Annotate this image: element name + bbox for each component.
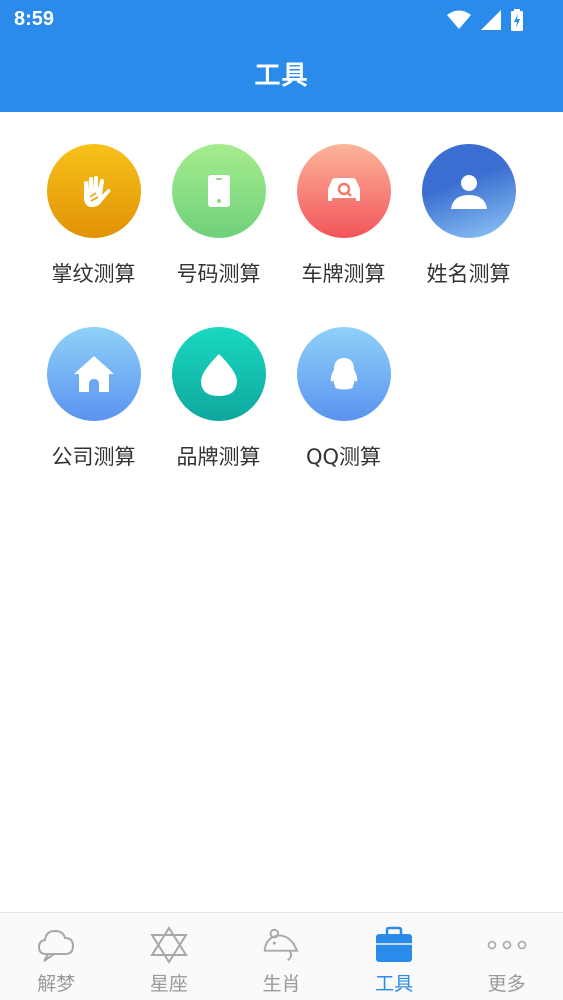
status-time: 8:59 [14,8,55,30]
tool-phone-number[interactable]: 号码测算 [156,112,281,286]
car-icon [328,178,360,201]
drop-icon [201,354,237,396]
nav-item-dream[interactable]: 解梦 [0,913,113,1000]
tool-icon-circle [422,144,516,238]
battery-icon [511,9,523,31]
page-title: 工具 [254,61,309,91]
tool-label: QQ测算 [305,445,382,469]
wifi-icon [447,10,471,29]
tool-license-plate[interactable]: 车牌测算 [281,112,406,286]
status-bar: 8:59 [0,0,563,40]
tool-icon-circle [47,327,141,421]
nav-label: 星座 [149,973,188,995]
tool-brand[interactable]: 品牌测算 [156,295,281,469]
nav-item-constellation[interactable]: 星座 [113,913,226,1000]
tool-label: 号码测算 [176,262,261,286]
nav-label: 更多 [487,973,526,995]
phone-icon [208,175,230,207]
status-icons [447,9,523,31]
palm-icon [84,176,111,207]
tool-company[interactable]: 公司测算 [31,295,156,469]
tool-label: 公司测算 [51,445,136,469]
house-icon [74,356,114,392]
tool-label: 掌纹测算 [51,262,136,286]
star-of-david-icon [149,925,189,965]
nav-item-zodiac[interactable]: 生肖 [225,913,338,1000]
app-bar: 工具 [0,40,563,112]
tool-label: 车牌测算 [301,262,386,286]
nav-label: 生肖 [262,973,301,995]
nav-label: 解梦 [37,973,76,995]
tool-icon-circle [172,327,266,421]
nav-item-more[interactable]: 更多 [450,913,563,1000]
signal-icon [481,10,501,30]
bottom-nav: 解梦 星座 生肖 工具 更多 [0,912,563,1000]
tool-qq[interactable]: QQ测算 [281,295,406,469]
nav-label: 工具 [375,973,414,995]
tool-icon-circle [47,144,141,238]
mouse-icon [261,925,301,965]
tool-label: 品牌测算 [176,445,261,469]
penguin-icon [330,358,358,390]
more-dots-icon [487,925,527,965]
tool-palm[interactable]: 掌纹测算 [31,112,156,286]
cloud-icon [36,925,76,965]
tool-name[interactable]: 姓名测算 [406,112,531,286]
tool-icon-circle [172,144,266,238]
person-icon [451,175,487,209]
nav-item-tools[interactable]: 工具 [338,913,451,1000]
tool-icon-circle [297,327,391,421]
tool-label: 姓名测算 [426,262,511,286]
tool-icon-circle [297,144,391,238]
toolbox-icon [374,925,414,965]
